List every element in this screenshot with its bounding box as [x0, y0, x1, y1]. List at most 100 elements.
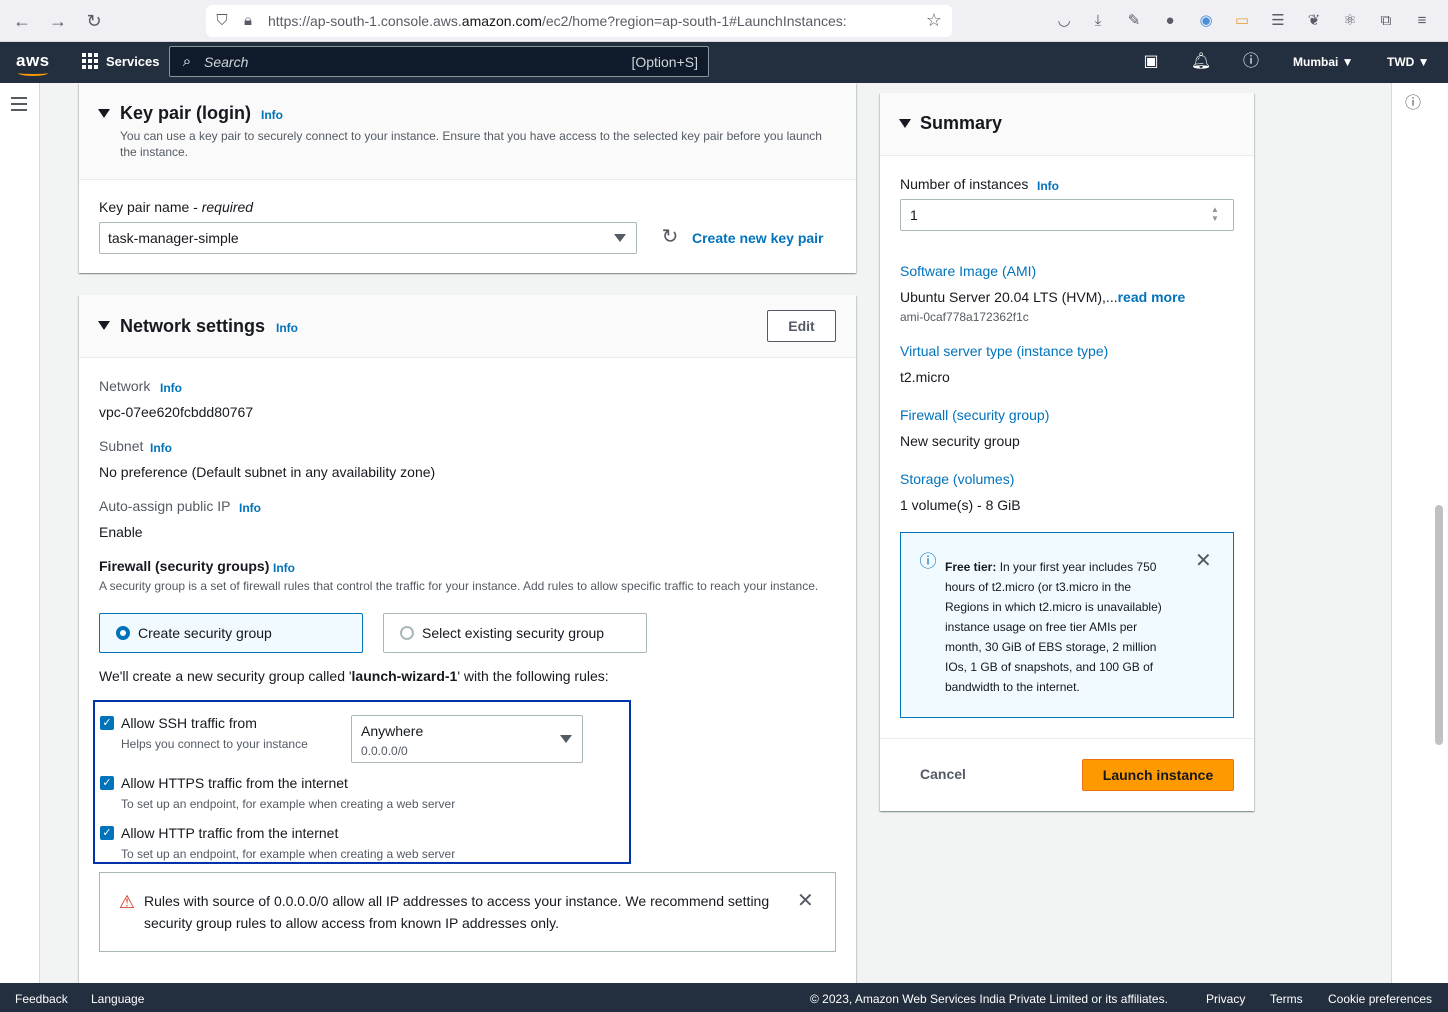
network-field-info-link[interactable]: Info [160, 381, 182, 395]
firewall-info-link[interactable]: Info [273, 561, 295, 575]
console-footer: Feedback Language © 2023, Amazon Web Ser… [0, 983, 1448, 1012]
extension-notes-icon[interactable]: ☰ [1268, 11, 1288, 31]
key-pair-info-link[interactable]: Info [261, 108, 283, 122]
ssh-cidr-value: 0.0.0.0/0 [361, 744, 408, 758]
stepper-arrows-icon[interactable]: ▲ ▼ [1211, 205, 1219, 223]
launch-instance-button[interactable]: Launch instance [1082, 759, 1234, 791]
edit-button[interactable]: Edit [767, 310, 836, 342]
key-pair-select[interactable]: task-manager-simple [99, 222, 637, 254]
ssh-rule-desc: Helps you connect to your instance [121, 737, 308, 751]
public-ip-label: Auto-assign public IP [99, 498, 231, 514]
firewall-summary-link[interactable]: Firewall (security group) [900, 407, 1049, 423]
lock-icon[interactable]: 🔒︎ [238, 11, 258, 31]
close-icon[interactable]: ✕ [797, 891, 814, 911]
address-bar[interactable]: ⛉ 🔒︎ https://ap-south-1.console.aws.amaz… [206, 5, 952, 37]
reload-icon[interactable]: ↻ [82, 9, 106, 33]
left-navigation-rail [0, 83, 40, 983]
menu-icon[interactable]: ≡ [1412, 11, 1432, 31]
search-input[interactable]: ⌕ Search [Option+S] [169, 46, 709, 77]
network-settings-title: Network settings [120, 316, 266, 336]
network-label: Network [99, 378, 151, 394]
public-ip-info-link[interactable]: Info [239, 501, 261, 515]
ssh-checkbox[interactable]: ✓ [100, 716, 114, 730]
feedback-link[interactable]: Feedback [15, 992, 68, 1006]
browser-toolbar: ← → ↻ ⛉ 🔒︎ https://ap-south-1.console.aw… [0, 0, 1448, 42]
url-text[interactable]: https://ap-south-1.console.aws.amazon.co… [268, 13, 847, 29]
url-prefix: https://ap-south-1.console.aws. [268, 13, 462, 29]
network-info-link[interactable]: Info [276, 321, 298, 335]
aws-logo[interactable]: aws [16, 51, 50, 71]
instance-type-link[interactable]: Virtual server type (instance type) [900, 343, 1108, 359]
instances-count-input[interactable]: 1 ▲ ▼ [900, 199, 1234, 231]
radio-unselected[interactable] [400, 626, 414, 640]
free-tier-body: In your first year includes 750 hours of… [945, 560, 1162, 694]
collapse-triangle-icon[interactable] [98, 109, 110, 118]
ami-id: ami-0caf778a172362f1c [900, 310, 1029, 324]
security-rules-group: ✓ Allow SSH traffic from Helps you conne… [93, 700, 631, 864]
back-arrow-icon[interactable]: ← [10, 9, 34, 33]
close-icon[interactable]: ✕ [1195, 551, 1212, 571]
free-tier-text: Free tier: In your first year includes 7… [945, 557, 1175, 697]
forward-arrow-icon[interactable]: → [46, 9, 70, 33]
http-checkbox[interactable]: ✓ [100, 826, 114, 840]
firewall-summary-value: New security group [900, 433, 1020, 449]
read-more-link[interactable]: read more [1118, 289, 1186, 305]
cookie-preferences-link[interactable]: Cookie preferences [1328, 992, 1432, 1006]
search-placeholder: Search [204, 54, 249, 70]
ami-link[interactable]: Software Image (AMI) [900, 263, 1036, 279]
url-suffix: /ec2/home?region=ap-south-1#LaunchInstan… [541, 13, 847, 29]
collapse-triangle-icon[interactable] [98, 321, 110, 330]
search-shortcut: [Option+S] [631, 54, 698, 70]
bookmark-star-icon[interactable]: ☆ [924, 10, 944, 30]
privacy-link[interactable]: Privacy [1206, 992, 1245, 1006]
extensions-puzzle-icon[interactable]: ⧉ [1376, 11, 1396, 31]
instances-label: Number of instances [900, 176, 1029, 192]
hamburger-menu-icon[interactable] [11, 97, 27, 115]
summary-divider [880, 738, 1254, 739]
instances-info-link[interactable]: Info [1037, 179, 1059, 193]
https-checkbox[interactable]: ✓ [100, 776, 114, 790]
firewall-description: A security group is a set of firewall ru… [99, 579, 819, 593]
download-icon[interactable]: ⤓ [1088, 11, 1108, 31]
create-security-group-option[interactable]: Create security group [99, 613, 363, 653]
warning-icon: ⚠ [118, 892, 136, 912]
cloudshell-icon[interactable]: ▣ [1140, 51, 1162, 73]
collapse-triangle-icon[interactable] [899, 119, 911, 128]
radio-selected[interactable] [116, 626, 130, 640]
network-value: vpc-07ee620fcbdd80767 [99, 404, 254, 420]
extension-react-icon[interactable]: ⚛ [1340, 11, 1360, 31]
refresh-icon[interactable]: ↻ [659, 226, 681, 248]
account-menu[interactable]: TWD ▼ [1387, 55, 1430, 69]
extension-screen-icon[interactable]: ▭ [1232, 11, 1252, 31]
create-key-pair-link[interactable]: Create new key pair [692, 230, 824, 246]
cancel-button[interactable]: Cancel [920, 766, 966, 782]
services-menu-button[interactable]: Services [82, 53, 160, 69]
shield-icon[interactable]: ⛉ [212, 11, 232, 31]
sg-name: launch-wizard-1 [351, 668, 458, 684]
instances-count-value: 1 [910, 207, 918, 223]
extension-leaf-icon[interactable]: ❦ [1304, 11, 1324, 31]
ami-value: Ubuntu Server 20.04 LTS (HVM),... [900, 289, 1118, 305]
subnet-info-link[interactable]: Info [150, 441, 172, 455]
info-circle-icon: ⓘ [919, 552, 937, 571]
dropdown-caret-icon [614, 234, 626, 242]
extension-globe-icon[interactable]: ◉ [1196, 11, 1216, 31]
create-security-group-label: Create security group [138, 625, 272, 641]
key-pair-panel: Key pair (login) Info You can use a key … [79, 83, 856, 273]
pocket-icon[interactable]: ◡ [1054, 11, 1074, 31]
page-scrollbar[interactable] [1435, 505, 1443, 745]
wrench-icon[interactable]: ✎ [1124, 11, 1144, 31]
language-link[interactable]: Language [91, 992, 144, 1006]
storage-summary-link[interactable]: Storage (volumes) [900, 471, 1014, 487]
extension-twd-icon[interactable]: ● [1160, 11, 1180, 31]
select-existing-security-group-option[interactable]: Select existing security group [383, 613, 647, 653]
ssh-source-select[interactable]: Anywhere 0.0.0.0/0 [351, 715, 583, 763]
region-selector[interactable]: Mumbai ▼ [1293, 55, 1354, 69]
notifications-bell-icon[interactable]: 🔔︎ [1190, 51, 1212, 73]
terms-link[interactable]: Terms [1270, 992, 1303, 1006]
https-rule-label: Allow HTTPS traffic from the internet [121, 775, 348, 791]
storage-summary-value: 1 volume(s) - 8 GiB [900, 497, 1021, 513]
info-panel-icon[interactable]: ⓘ [1402, 93, 1424, 115]
ssh-source-value: Anywhere [361, 723, 424, 739]
help-icon[interactable]: ⓘ [1240, 51, 1262, 73]
